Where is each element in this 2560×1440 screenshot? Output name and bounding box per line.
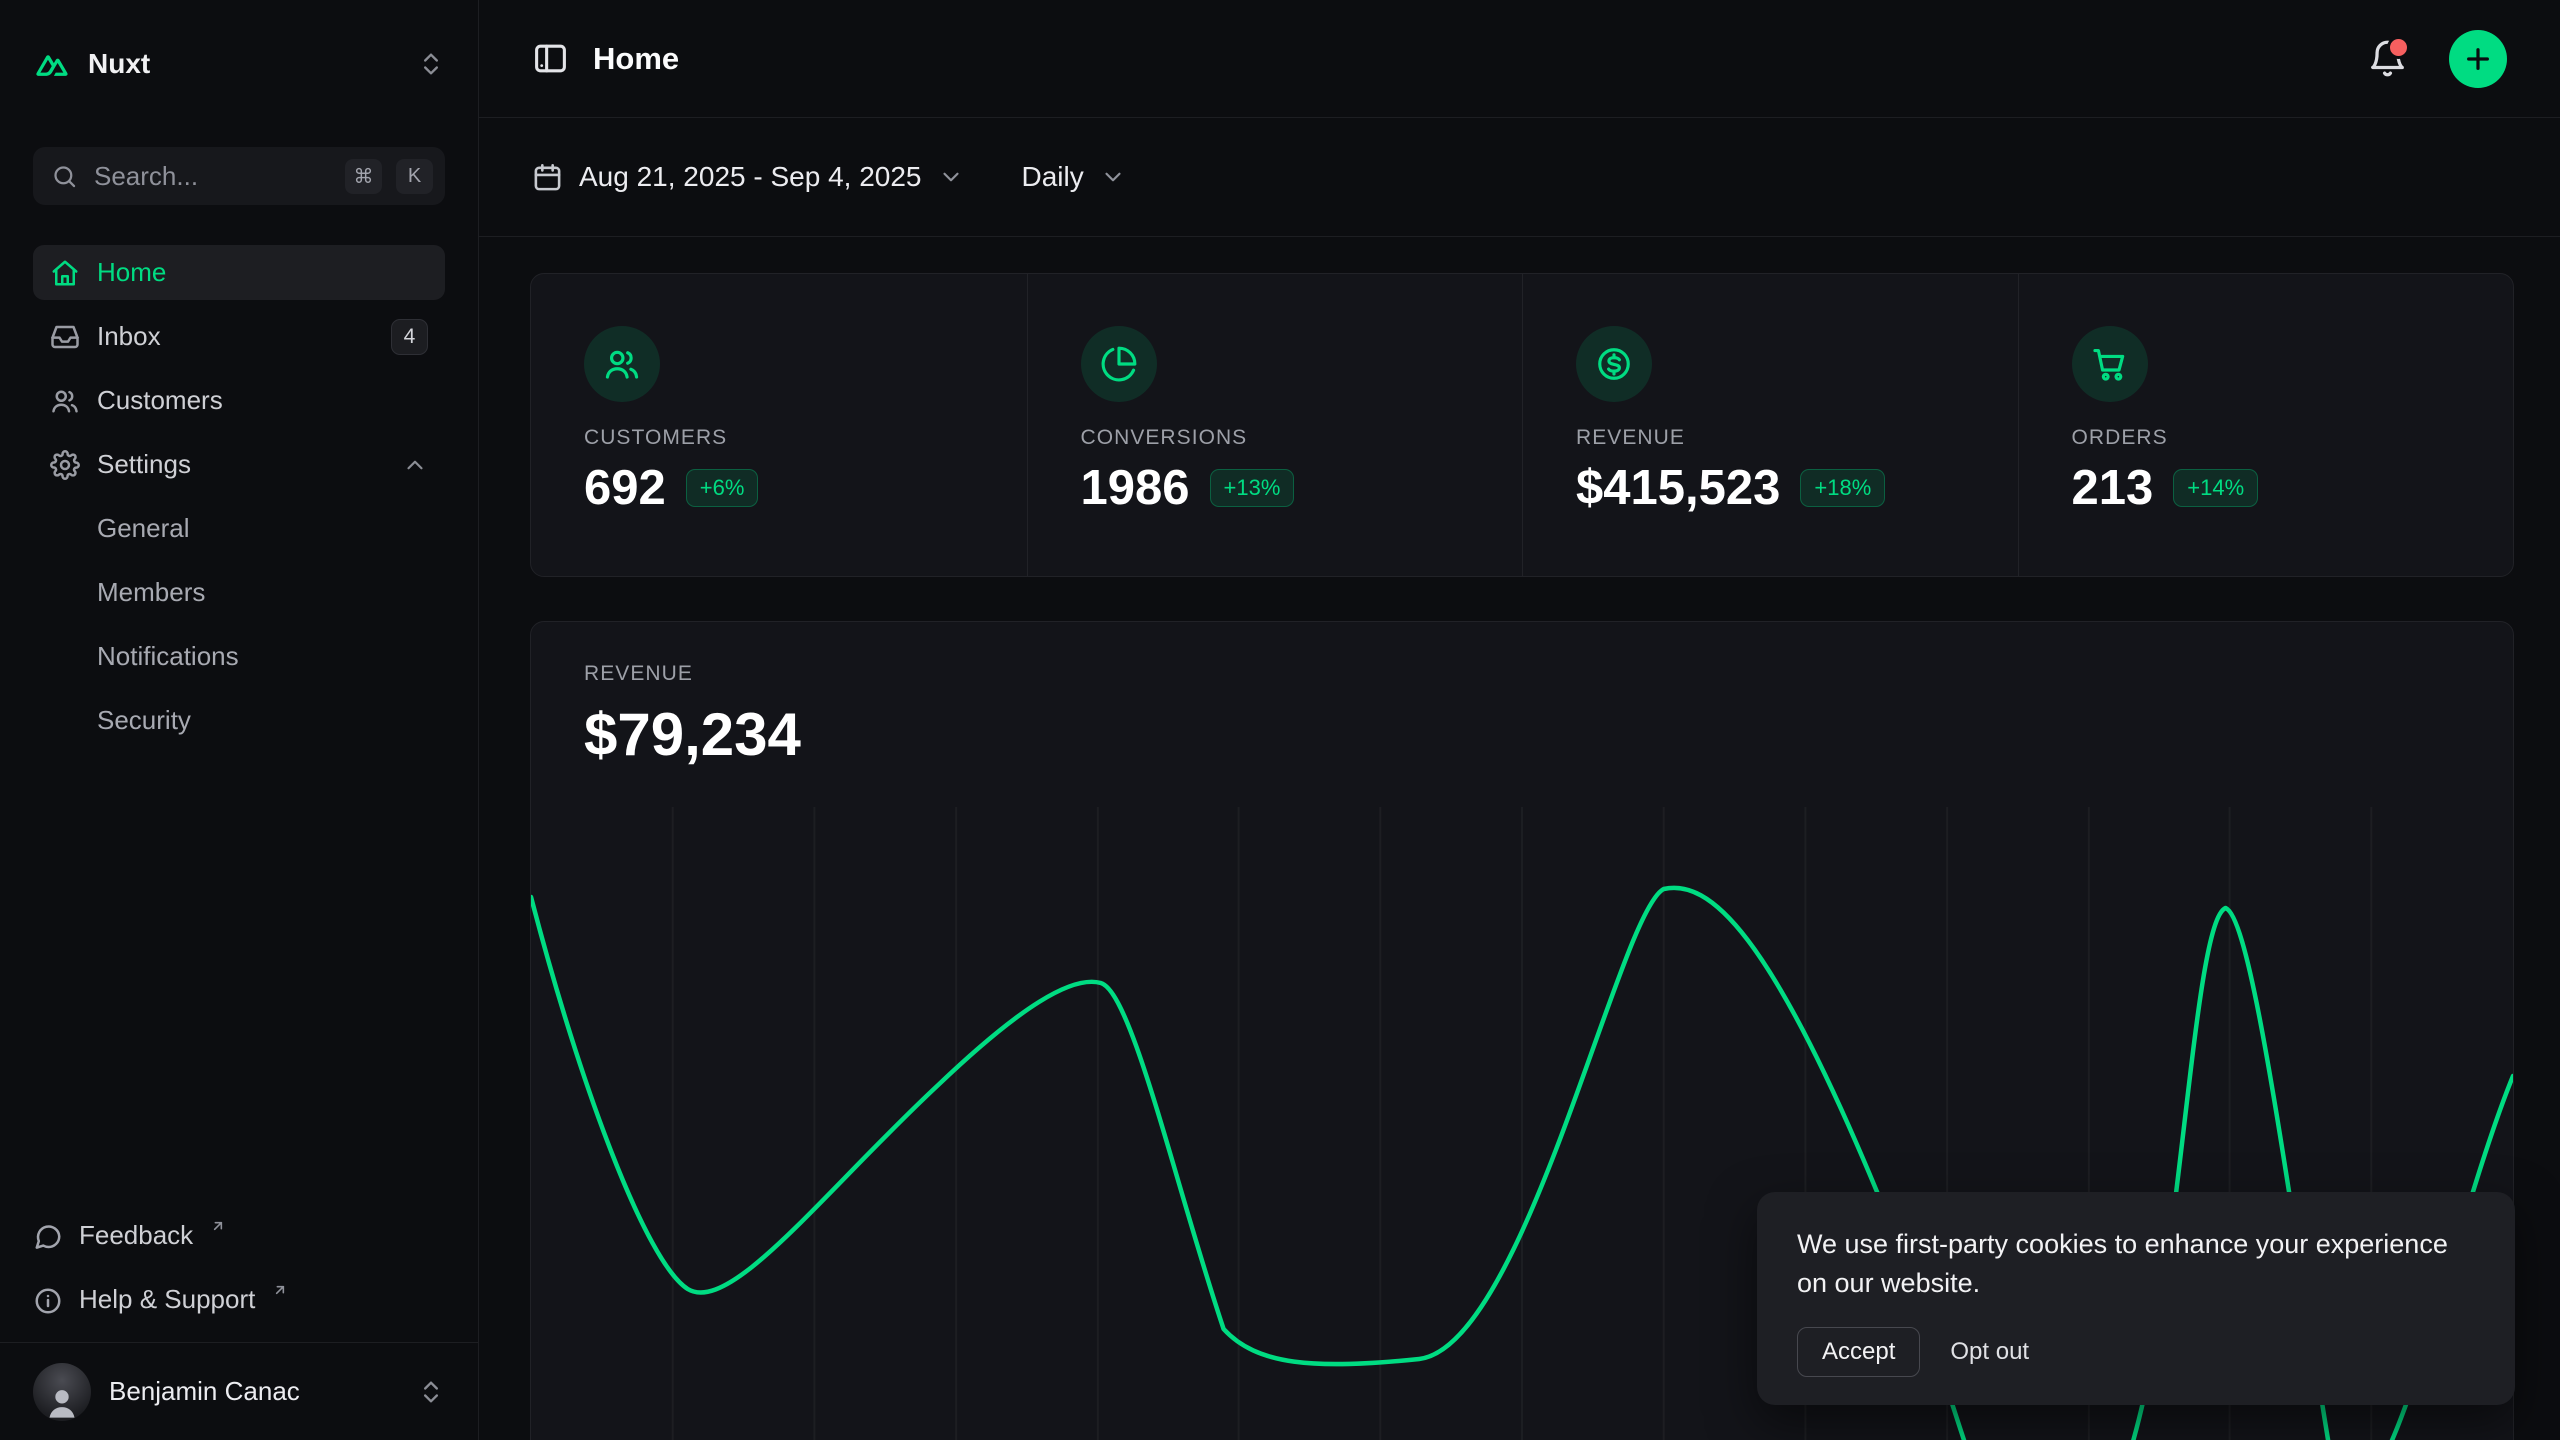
inbox-icon xyxy=(50,322,80,352)
add-new-button[interactable] xyxy=(2449,30,2507,88)
sidebar-item-notifications[interactable]: Notifications xyxy=(33,629,445,684)
sidebar: Nuxt ⌘ K Home Inb xyxy=(0,0,479,1440)
stat-label: REVENUE xyxy=(1576,426,1965,450)
search-box[interactable]: ⌘ K xyxy=(33,147,445,205)
sidebar-item-inbox[interactable]: Inbox 4 xyxy=(33,309,445,364)
chevron-down-icon xyxy=(1100,164,1126,190)
workspace-switcher[interactable]: Nuxt xyxy=(33,33,445,95)
user-menu[interactable]: Benjamin Canac xyxy=(0,1342,478,1440)
sidebar-subitem-label: Notifications xyxy=(97,641,239,672)
stat-label: ORDERS xyxy=(2072,426,2461,450)
stat-revenue: REVENUE $415,523 +18% xyxy=(1522,274,2018,576)
stat-delta-badge: +14% xyxy=(2173,469,2258,507)
chart-pie-icon xyxy=(1081,326,1157,402)
sidebar-toggle-icon[interactable] xyxy=(532,40,569,77)
stat-label: CONVERSIONS xyxy=(1081,426,1470,450)
header-actions xyxy=(2368,30,2507,88)
sidebar-item-settings[interactable]: Settings xyxy=(33,437,445,492)
period-value: Daily xyxy=(1022,161,1084,193)
stat-conversions: CONVERSIONS 1986 +13% xyxy=(1027,274,1523,576)
chevron-up-down-icon xyxy=(417,1378,445,1406)
page-header: Home xyxy=(479,0,2560,118)
sidebar-item-customers[interactable]: Customers xyxy=(33,373,445,428)
avatar xyxy=(33,1363,91,1421)
stat-customers: CUSTOMERS 692 +6% xyxy=(531,274,1027,576)
external-link-icon xyxy=(210,1218,226,1234)
sidebar-footer: Feedback Help & Support xyxy=(33,1208,445,1328)
page-title: Home xyxy=(593,41,679,77)
workspace-name: Nuxt xyxy=(88,48,150,80)
users-stat-icon xyxy=(584,326,660,402)
stat-value: 1986 xyxy=(1081,460,1190,516)
stat-delta-badge: +18% xyxy=(1800,469,1885,507)
stat-value: 692 xyxy=(584,460,666,516)
sidebar-item-security[interactable]: Security xyxy=(33,693,445,748)
date-range-value: Aug 21, 2025 - Sep 4, 2025 xyxy=(579,161,922,193)
home-icon xyxy=(50,258,80,288)
filters-toolbar: Aug 21, 2025 - Sep 4, 2025 Daily xyxy=(479,118,2560,237)
stat-label: CUSTOMERS xyxy=(584,426,974,450)
revenue-chart-label: REVENUE xyxy=(584,662,2460,686)
cookie-actions: Accept Opt out xyxy=(1797,1327,2475,1377)
cookie-banner: We use first-party cookies to enhance yo… xyxy=(1757,1192,2515,1405)
users-icon xyxy=(50,386,80,416)
kbd-meta: ⌘ xyxy=(345,159,382,194)
search-input[interactable] xyxy=(92,160,331,193)
sidebar-item-label: Home xyxy=(97,257,166,288)
calendar-icon xyxy=(532,162,563,193)
chevron-up-icon xyxy=(402,452,428,478)
chevron-up-down-icon xyxy=(417,50,445,78)
feedback-link[interactable]: Feedback xyxy=(33,1208,445,1264)
stat-delta-badge: +6% xyxy=(686,469,759,507)
info-circle-icon xyxy=(33,1286,63,1316)
inbox-count-badge: 4 xyxy=(391,319,428,355)
nuxt-logo-icon xyxy=(33,45,71,83)
sidebar-spacer xyxy=(0,748,478,1208)
sidebar-subitem-label: Security xyxy=(97,705,191,736)
external-link-icon xyxy=(272,1282,288,1298)
kbd-k: K xyxy=(396,159,433,194)
date-range-picker[interactable]: Aug 21, 2025 - Sep 4, 2025 xyxy=(532,161,964,193)
shopping-cart-icon xyxy=(2072,326,2148,402)
message-bubble-icon xyxy=(33,1222,63,1252)
notification-dot xyxy=(2387,36,2410,59)
sidebar-item-general[interactable]: General xyxy=(33,501,445,556)
stat-value: 213 xyxy=(2072,460,2154,516)
sidebar-item-label: Settings xyxy=(97,449,191,480)
stat-delta-badge: +13% xyxy=(1210,469,1295,507)
circle-dollar-icon xyxy=(1576,326,1652,402)
period-select[interactable]: Daily xyxy=(1022,161,1126,193)
sidebar-subitem-label: Members xyxy=(97,577,205,608)
revenue-chart-header: REVENUE $79,234 xyxy=(531,622,2513,769)
feedback-label: Feedback xyxy=(79,1220,193,1251)
stat-orders: ORDERS 213 +14% xyxy=(2018,274,2514,576)
sidebar-subitem-label: General xyxy=(97,513,190,544)
opt-out-button[interactable]: Opt out xyxy=(1936,1328,2043,1376)
gear-icon xyxy=(50,450,80,480)
sidebar-item-members[interactable]: Members xyxy=(33,565,445,620)
chevron-down-icon xyxy=(938,164,964,190)
help-support-label: Help & Support xyxy=(79,1284,255,1315)
cookie-message: We use first-party cookies to enhance yo… xyxy=(1797,1225,2475,1303)
sidebar-item-label: Inbox xyxy=(97,321,161,352)
sidebar-item-home[interactable]: Home xyxy=(33,245,445,300)
accept-button[interactable]: Accept xyxy=(1797,1327,1920,1377)
stats-card: CUSTOMERS 692 +6% CONVERSIONS 1986 +13% xyxy=(530,273,2514,577)
search-icon xyxy=(51,163,78,190)
sidebar-nav: Home Inbox 4 Customers Settings xyxy=(33,245,445,748)
sidebar-item-label: Customers xyxy=(97,385,223,416)
user-name: Benjamin Canac xyxy=(109,1376,300,1407)
notifications-bell-button[interactable] xyxy=(2368,39,2407,78)
revenue-chart-value: $79,234 xyxy=(584,700,2460,769)
stat-value: $415,523 xyxy=(1576,460,1780,516)
help-support-link[interactable]: Help & Support xyxy=(33,1272,445,1328)
